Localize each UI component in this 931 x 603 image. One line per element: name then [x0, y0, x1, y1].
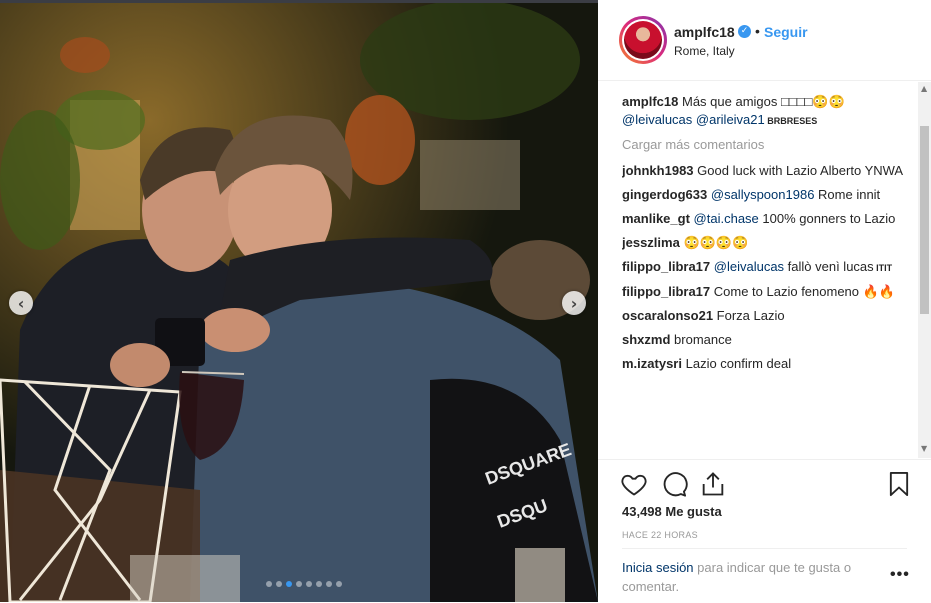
carousel-dot: [336, 581, 342, 587]
photo-illustration: DSQUARE DSQU: [0, 0, 598, 602]
comment-username[interactable]: m.izatysri: [622, 356, 682, 371]
save-button[interactable]: [885, 470, 913, 498]
mention-link[interactable]: @tai.chase: [694, 211, 759, 226]
comment-username[interactable]: filippo_libra17: [622, 284, 710, 299]
comment-username[interactable]: johnkh1983: [622, 163, 694, 178]
carousel-dot: [296, 581, 302, 587]
comments-list[interactable]: amplfc18 Más que amigos □□□□😳😳 @leivaluc…: [622, 93, 914, 459]
comment-text: bromance: [674, 332, 732, 347]
chevron-right-icon: ›: [570, 293, 578, 313]
mention-link[interactable]: @sallyspoon1986: [711, 187, 815, 202]
carousel-dot: [276, 581, 282, 587]
follow-button[interactable]: Seguir: [764, 24, 808, 40]
like-count[interactable]: 43,498 Me gusta: [622, 504, 722, 519]
comment-text: Rome innit: [814, 187, 881, 202]
carousel-dot: [326, 581, 332, 587]
more-options-button[interactable]: •••: [890, 566, 910, 584]
comment-item: shxzmd bromance: [622, 331, 914, 349]
carousel-dot: [306, 581, 312, 587]
comment-item: filippo_libra17 Come to Lazio fenomeno 🔥…: [622, 283, 914, 301]
comment-item: m.izatysri Lazio confirm deal: [622, 355, 914, 373]
comment-text: 😳😳😳😳: [683, 235, 749, 250]
comment-text: Come to Lazio fenomeno 🔥🔥: [713, 284, 896, 299]
share-button[interactable]: [699, 470, 727, 498]
comment-icon: [663, 472, 688, 497]
mention-link[interactable]: @leivalucas: [714, 259, 784, 274]
avatar[interactable]: [619, 16, 667, 64]
comment-item: gingerdog633 @sallyspoon1986 Rome innit: [622, 186, 914, 204]
comment-text: 100% gonners to Lazio: [758, 211, 896, 226]
separator-dot: •: [755, 23, 760, 39]
comments-scrollbar[interactable]: ▲ ▼: [918, 82, 931, 458]
post-location[interactable]: Rome, Italy: [674, 44, 735, 58]
carousel-dot: [266, 581, 272, 587]
comment-item: manlike_gt @tai.chase 100% gonners to La…: [622, 210, 914, 228]
comment-text: ITIT: [873, 263, 893, 273]
comment-text: Good luck with Lazio Alberto YNWA: [697, 163, 904, 178]
comment-text: BRBRESES: [764, 116, 818, 126]
comment-username[interactable]: jesszlima: [622, 235, 680, 250]
carousel-dot: [316, 581, 322, 587]
comment-button[interactable]: [660, 470, 688, 498]
avatar-image: [624, 21, 662, 59]
comment-username[interactable]: filippo_libra17: [622, 259, 710, 274]
avatar-frame: [622, 19, 664, 61]
comment-item: oscaralonso21 Forza Lazio: [622, 307, 914, 325]
carousel-indicator: [266, 581, 342, 587]
carousel-dot: [286, 581, 292, 587]
top-border: [0, 0, 598, 3]
post-timestamp[interactable]: HACE 22 HORAS: [622, 530, 698, 540]
comment-username[interactable]: oscaralonso21: [622, 308, 713, 323]
caption: amplfc18 Más que amigos □□□□😳😳 @leivaluc…: [622, 93, 914, 130]
comment-username[interactable]: shxzmd: [622, 332, 670, 347]
post-actions: 43,498 Me gusta HACE 22 HORAS Inicia ses…: [598, 459, 931, 603]
post-side-panel: amplfc18 ✓ • Seguir Rome, Italy amplfc18…: [598, 0, 931, 602]
comment-username[interactable]: manlike_gt: [622, 211, 690, 226]
comment-item: jesszlima 😳😳😳😳: [622, 234, 914, 252]
comment-text: Forza Lazio: [716, 308, 785, 323]
bookmark-icon: [889, 471, 909, 497]
comment-username[interactable]: amplfc18: [622, 94, 678, 109]
mention-link[interactable]: @leivalucas: [622, 112, 692, 127]
comment-text: Lazio confirm deal: [685, 356, 792, 371]
like-button[interactable]: [620, 470, 648, 498]
comment-item: johnkh1983 Good luck with Lazio Alberto …: [622, 162, 914, 180]
next-photo-button[interactable]: ›: [562, 291, 586, 315]
verified-badge-icon: ✓: [738, 25, 751, 38]
login-prompt: Inicia sesión para indicar que te gusta …: [622, 548, 907, 596]
scrollbar-thumb[interactable]: [920, 126, 929, 314]
heart-icon: [621, 474, 647, 496]
comment-username[interactable]: gingerdog633: [622, 187, 707, 202]
login-link[interactable]: Inicia sesión: [622, 560, 694, 575]
load-more-comments-button[interactable]: Cargar más comentarios: [622, 136, 914, 154]
comment-text: Más que amigos □□□□😳😳: [682, 94, 845, 109]
post-header: amplfc18 ✓ • Seguir Rome, Italy: [598, 0, 931, 81]
mention-link[interactable]: @arileiva21: [696, 112, 765, 127]
share-icon: [702, 472, 724, 496]
post-photo[interactable]: DSQUARE DSQU ‹ ›: [0, 0, 598, 602]
previous-photo-button[interactable]: ‹: [9, 291, 33, 315]
post-username[interactable]: amplfc18: [674, 24, 735, 40]
comment-item: filippo_libra17 @leivalucas fallò venì l…: [622, 258, 914, 277]
chevron-left-icon: ‹: [17, 293, 25, 313]
scroll-down-arrow-icon[interactable]: ▼: [921, 444, 927, 453]
scroll-up-arrow-icon[interactable]: ▲: [921, 84, 927, 93]
comment-text: fallò venì lucas: [784, 259, 874, 274]
